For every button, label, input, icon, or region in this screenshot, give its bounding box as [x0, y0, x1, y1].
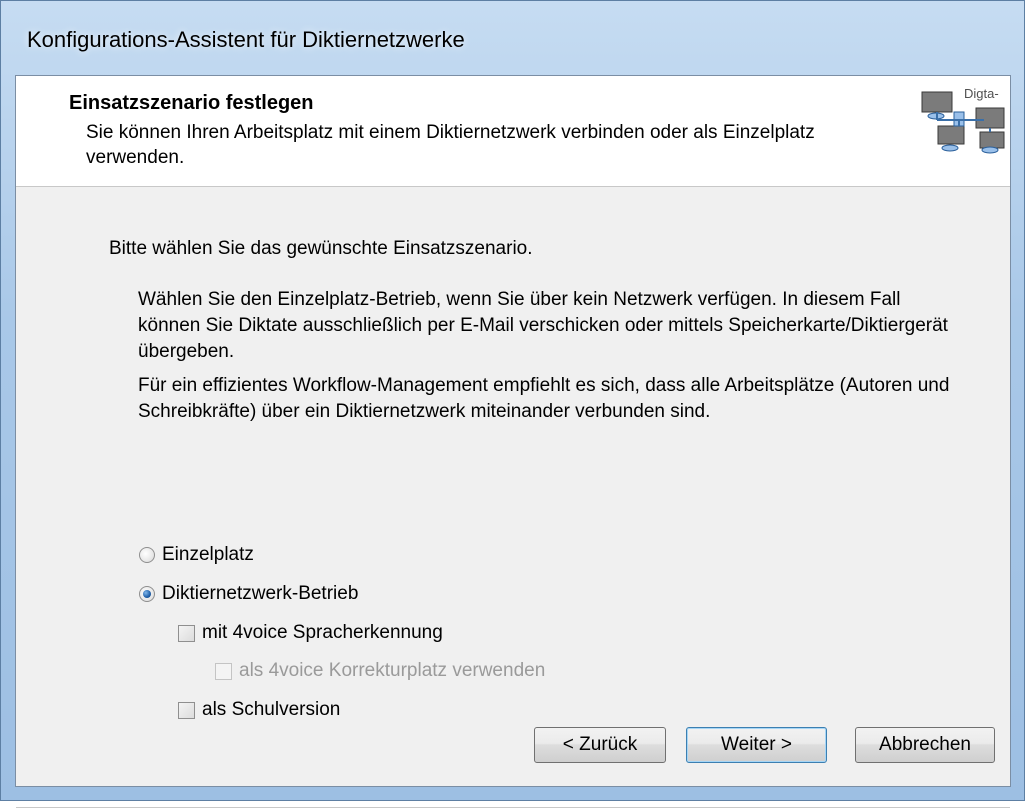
checkbox-box[interactable]	[178, 624, 195, 642]
page-title: Einsatzszenario festlegen	[69, 92, 314, 114]
checkbox-4voice-label: mit 4voice Spracherkennung	[202, 622, 443, 643]
checkbox-korrekturplatz: als 4voice Korrekturplatz verwenden	[215, 660, 545, 682]
radio-button-unchecked[interactable]	[139, 547, 155, 563]
checkbox-box-disabled	[215, 662, 232, 680]
dialog-body: Einsatzszenario festlegen Sie können Ihr…	[15, 75, 1011, 809]
cancel-button[interactable]: Abbrechen	[855, 727, 995, 763]
radio-einzelplatz[interactable]: Einzelplatz	[139, 544, 254, 566]
logo-text: Digta-	[964, 86, 999, 101]
radio-button-checked[interactable]	[139, 586, 155, 602]
checkbox-schulversion[interactable]: als Schulversion	[178, 699, 340, 721]
title-bar[interactable]: Konfigurations-Assistent für Diktiernetz…	[1, 1, 1024, 83]
dialog-window: Konfigurations-Assistent für Diktiernetz…	[0, 0, 1025, 809]
info-paragraph-workflow: Für ein effizientes Workflow-Management …	[138, 375, 950, 422]
info-paragraph-einzelplatz: Wählen Sie den Einzelplatz-Betrieb, wenn…	[138, 289, 948, 362]
checkbox-box[interactable]	[178, 701, 195, 719]
radio-einzelplatz-label: Einzelplatz	[162, 544, 254, 565]
checkbox-schulversion-label: als Schulversion	[202, 699, 341, 720]
network-computers-icon: Digta-	[921, 86, 1005, 154]
back-button[interactable]: < Zurück	[534, 727, 666, 763]
wizard-header: Einsatzszenario festlegen Sie können Ihr…	[16, 76, 1010, 187]
checkbox-korrekturplatz-label: als 4voice Korrekturplatz verwenden	[239, 660, 546, 681]
radio-diktiernetzwerk[interactable]: Diktiernetzwerk-Betrieb	[139, 583, 358, 605]
next-button[interactable]: Weiter >	[686, 727, 827, 763]
radio-diktiernetzwerk-label: Diktiernetzwerk-Betrieb	[162, 583, 359, 604]
page-description: Sie können Ihren Arbeitsplatz mit einem …	[86, 122, 815, 168]
intro-text: Bitte wählen Sie das gewünschte Einsatzs…	[109, 238, 533, 259]
checkbox-4voice[interactable]: mit 4voice Spracherkennung	[178, 622, 443, 644]
window-title: Konfigurations-Assistent für Diktiernetz…	[27, 27, 465, 52]
